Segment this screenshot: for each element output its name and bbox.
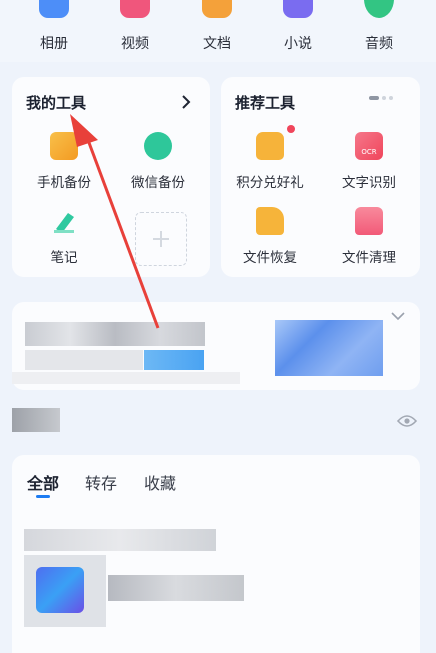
annotation-arrow bbox=[70, 114, 160, 329]
